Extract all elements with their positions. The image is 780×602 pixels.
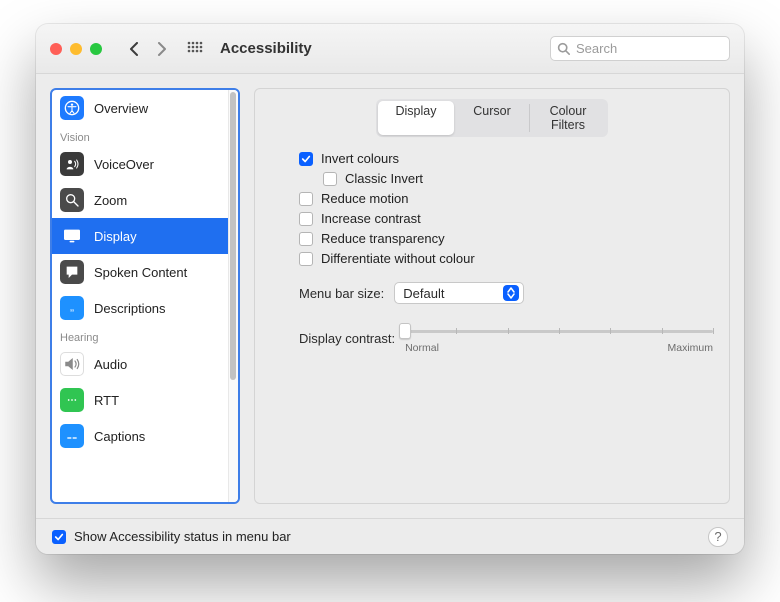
zoom-window-button[interactable] <box>90 43 102 55</box>
sidebar-item-label: Spoken Content <box>94 265 187 280</box>
svg-text:,,: ,, <box>70 304 74 313</box>
display-contrast-label: Display contrast: <box>299 331 395 346</box>
option-label-reduce-motion: Reduce motion <box>321 191 408 206</box>
search-field[interactable] <box>550 36 730 61</box>
option-row-increase-contrast: Increase contrast <box>299 211 713 226</box>
window-title: Accessibility <box>220 40 312 57</box>
display-contrast-min-label: Normal <box>405 342 439 354</box>
select-stepper-icon <box>503 285 519 301</box>
tab-cursor[interactable]: Cursor <box>454 101 530 135</box>
sidebar-item-label: VoiceOver <box>94 157 154 172</box>
checkbox-reduce-transparency[interactable] <box>299 232 313 246</box>
titlebar: Accessibility <box>36 24 744 74</box>
option-label-invert-colours: Invert colours <box>321 151 399 166</box>
sidebar-item-label: RTT <box>94 393 119 408</box>
search-icon <box>557 42 570 55</box>
checkbox-classic-invert[interactable] <box>323 172 337 186</box>
accessibility-icon <box>60 96 84 120</box>
option-row-reduce-transparency: Reduce transparency <box>299 231 713 246</box>
sidebar-section-hearing: Hearing <box>52 326 228 346</box>
sidebar-item-label: Overview <box>94 101 148 116</box>
menu-bar-size-label: Menu bar size: <box>299 286 384 301</box>
window-traffic-lights <box>50 43 102 55</box>
option-label-increase-contrast: Increase contrast <box>321 211 421 226</box>
display-contrast-slider[interactable] <box>405 322 713 340</box>
sidebar-item-voiceover[interactable]: VoiceOver <box>52 146 228 182</box>
display-contrast-thumb[interactable] <box>399 323 411 339</box>
search-input[interactable] <box>574 40 723 57</box>
sidebar-item-captions[interactable]: Captions <box>52 418 228 454</box>
footer: Show Accessibility status in menu bar ? <box>36 518 744 554</box>
menu-bar-size-row: Menu bar size: Default <box>299 282 713 304</box>
checkbox-invert-colours[interactable] <box>299 152 313 166</box>
tab-colour-filters[interactable]: Colour Filters <box>530 101 606 135</box>
display-tabs: DisplayCursorColour Filters <box>376 99 608 137</box>
show-all-button[interactable] <box>184 38 206 60</box>
checkbox-increase-contrast[interactable] <box>299 212 313 226</box>
nav-buttons <box>122 38 174 60</box>
close-window-button[interactable] <box>50 43 62 55</box>
option-label-differentiate-without-colour: Differentiate without colour <box>321 251 475 266</box>
option-row-differentiate-without-colour: Differentiate without colour <box>299 251 713 266</box>
sidebar-item-spoken-content[interactable]: Spoken Content <box>52 254 228 290</box>
sidebar-item-descriptions[interactable]: ,, Descriptions <box>52 290 228 326</box>
sidebar-item-display[interactable]: Display <box>52 218 228 254</box>
system-preferences-window: Accessibility Overview Vision VoiceOver Zoo… <box>36 24 744 554</box>
option-row-invert-colours: Invert colours <box>299 151 713 166</box>
voiceover-icon <box>60 152 84 176</box>
sidebar-item-label: Audio <box>94 357 127 372</box>
back-button[interactable] <box>122 38 146 60</box>
sidebar-scroll-thumb[interactable] <box>230 92 236 380</box>
sidebar-item-label: Descriptions <box>94 301 166 316</box>
sidebar-scrollbar[interactable] <box>228 90 238 502</box>
sidebar-item-label: Display <box>94 229 137 244</box>
body: Overview Vision VoiceOver Zoom Display Spoken… <box>36 74 744 518</box>
speaker-icon <box>60 352 84 376</box>
show-status-row: Show Accessibility status in menu bar <box>52 529 291 544</box>
forward-button[interactable] <box>150 38 174 60</box>
zoom-icon <box>60 188 84 212</box>
minimize-window-button[interactable] <box>70 43 82 55</box>
sidebar-wrap: Overview Vision VoiceOver Zoom Display Spoken… <box>50 88 240 504</box>
captions-icon <box>60 424 84 448</box>
display-contrast-row: Display contrast: Normal Maximum <box>299 322 713 354</box>
rtt-icon <box>60 388 84 412</box>
display-options: Invert colours Classic Invert Reduce motio… <box>299 151 713 266</box>
speech-bubble-icon <box>60 260 84 284</box>
sidebar-item-label: Zoom <box>94 193 127 208</box>
option-row-classic-invert: Classic Invert <box>323 171 713 186</box>
descriptions-icon: ,, <box>60 296 84 320</box>
help-button[interactable]: ? <box>708 527 728 547</box>
sidebar-item-rtt[interactable]: RTT <box>52 382 228 418</box>
checkbox-differentiate-without-colour[interactable] <box>299 252 313 266</box>
option-label-classic-invert: Classic Invert <box>345 171 423 186</box>
show-status-checkbox[interactable] <box>52 530 66 544</box>
tab-display[interactable]: Display <box>378 101 454 135</box>
option-row-reduce-motion: Reduce motion <box>299 191 713 206</box>
menu-bar-size-select[interactable]: Default <box>394 282 524 304</box>
sidebar-item-audio[interactable]: Audio <box>52 346 228 382</box>
display-contrast-max-label: Maximum <box>667 342 713 354</box>
display-icon <box>60 224 84 248</box>
sidebar-section-vision: Vision <box>52 126 228 146</box>
settings-panel: DisplayCursorColour Filters Invert colou… <box>254 88 730 504</box>
menu-bar-size-value: Default <box>403 286 444 301</box>
checkbox-reduce-motion[interactable] <box>299 192 313 206</box>
sidebar-item-label: Captions <box>94 429 145 444</box>
sidebar: Overview Vision VoiceOver Zoom Display Spoken… <box>50 88 240 504</box>
sidebar-item-overview[interactable]: Overview <box>52 90 228 126</box>
option-label-reduce-transparency: Reduce transparency <box>321 231 445 246</box>
show-status-label: Show Accessibility status in menu bar <box>74 529 291 544</box>
sidebar-item-zoom[interactable]: Zoom <box>52 182 228 218</box>
